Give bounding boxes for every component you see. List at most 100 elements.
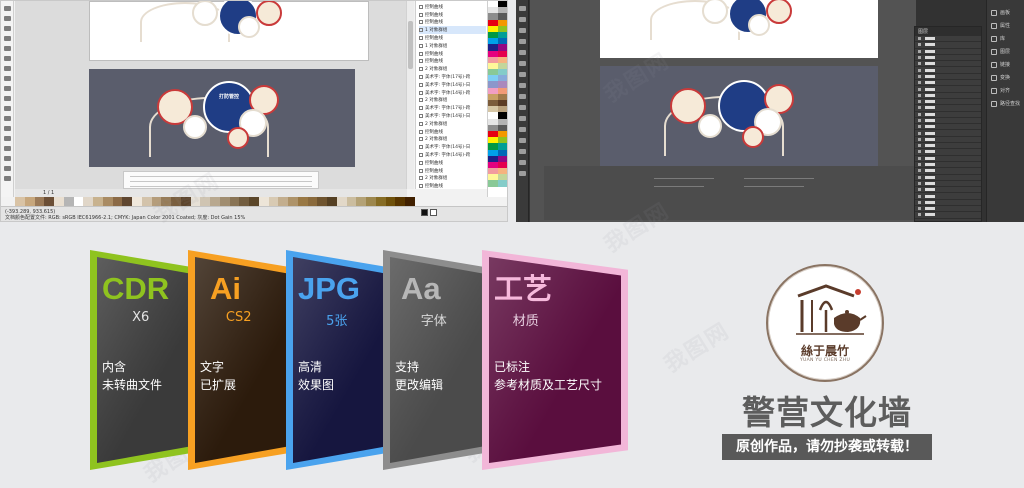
document-palette-swatch[interactable] [54,197,64,206]
expand-icon[interactable] [419,4,423,9]
expand-icon[interactable] [419,129,423,134]
document-palette-swatch[interactable] [405,197,415,206]
artboard-canvas[interactable] [530,0,916,222]
document-palette-swatch[interactable] [249,197,259,206]
document-palette-swatch[interactable] [112,197,123,206]
document-palette-swatch[interactable] [73,197,84,206]
document-palette-swatch[interactable] [34,197,45,206]
object-manager-row[interactable]: 控制曲线 [419,128,486,136]
object-manager-row[interactable]: 美术字: 字体(14号)-日 [419,143,486,151]
outline-swatch[interactable] [430,209,437,216]
eye-icon[interactable] [918,56,921,60]
eye-icon[interactable] [918,207,921,211]
expand-icon[interactable] [419,28,423,33]
eye-icon[interactable] [918,49,921,53]
expand-icon[interactable] [419,137,423,142]
object-manager-row[interactable]: 2 对象群组 [419,65,486,73]
eye-icon[interactable] [918,156,921,160]
eye-icon[interactable] [918,119,921,122]
eye-icon[interactable] [918,213,921,217]
document-palette-swatch[interactable] [83,197,93,206]
eye-icon[interactable] [918,100,921,104]
expand-icon[interactable] [419,160,423,165]
panel-tab[interactable]: 属性 [987,19,1024,32]
document-palette-swatch[interactable] [288,197,298,206]
eye-icon[interactable] [918,37,921,41]
object-manager-row[interactable]: 1 对象群组 [419,42,486,50]
expand-icon[interactable] [419,106,423,111]
eye-icon[interactable] [918,112,921,116]
document-palette-swatch[interactable] [229,197,240,206]
document-palette-swatch[interactable] [278,197,288,206]
toolbox[interactable] [1,1,14,197]
panel-tab[interactable]: 画板 [987,6,1024,19]
object-manager-row[interactable]: 美术字: 字体(14号)-跨 [419,89,486,97]
object-manager-row[interactable]: 2 对象群组 [419,175,486,183]
expand-icon[interactable] [419,75,423,80]
expand-icon[interactable] [419,36,423,41]
document-palette-swatch[interactable] [219,197,230,206]
vertical-scrollbar[interactable] [406,1,414,189]
eye-icon[interactable] [918,188,921,192]
expand-icon[interactable] [419,176,423,181]
document-palette-swatch[interactable] [268,197,279,206]
object-manager-row[interactable]: 控制曲线 [419,167,486,175]
object-manager-row[interactable]: 美术字: 字体(17号)-跨 [419,104,486,112]
expand-icon[interactable] [419,12,423,17]
palette-swatch[interactable] [497,180,507,187]
object-manager-row[interactable]: 控制曲线 [419,11,486,19]
panel-tab[interactable]: 链接 [987,58,1024,71]
eye-icon[interactable] [918,125,921,129]
object-manager-row[interactable]: 2 对象群组 [419,136,486,144]
document-palette-swatch[interactable] [239,197,249,206]
drawing-canvas[interactable]: 打防管控 [15,1,407,189]
document-palette-swatch[interactable] [190,197,201,206]
expand-icon[interactable] [419,184,423,189]
document-palette-swatch[interactable] [200,197,210,206]
object-manager-row[interactable]: 1 对象群组 [419,26,486,35]
document-palette-swatch[interactable] [15,197,25,206]
document-palette-swatch[interactable] [180,197,191,206]
document-palette-swatch[interactable] [375,197,386,206]
object-manager-row[interactable]: 控制曲线 [419,58,486,66]
document-palette-swatch[interactable] [297,197,308,206]
object-manager-row[interactable]: 美术字: 字体(14号)-日 [419,81,486,89]
document-palette-swatch[interactable] [171,197,181,206]
expand-icon[interactable] [419,51,423,56]
panel-tab[interactable]: 图层 [987,45,1024,58]
layer-row[interactable] [915,212,981,219]
object-manager-row[interactable]: 美术字: 字体(14号)-跨 [419,151,486,159]
expand-icon[interactable] [419,82,423,87]
expand-icon[interactable] [419,145,423,150]
document-palette-swatch[interactable] [63,197,74,206]
document-palette-swatch[interactable] [132,197,142,206]
document-palette-swatch[interactable] [161,197,171,206]
document-palette-swatch[interactable] [210,197,220,206]
document-palette-swatch[interactable] [151,197,162,206]
panel-dock[interactable]: 画板 属性库图层 链接 变换 对齐 路径查找 [986,0,1024,222]
object-manager[interactable]: 控制曲线 控制曲线 控制曲线 1 对象群组 控制曲线 1 对象群组 控制曲线 控制曲线 2 对象… [415,1,487,189]
eye-icon[interactable] [918,181,921,185]
eye-icon[interactable] [918,200,921,204]
document-palette-swatch[interactable] [356,197,366,206]
document-palette-swatch[interactable] [336,197,347,206]
expand-icon[interactable] [419,121,423,126]
document-palette-swatch[interactable] [317,197,327,206]
object-manager-row[interactable]: 控制曲线 [419,19,486,27]
eye-icon[interactable] [918,93,921,97]
document-palette-swatch[interactable] [24,197,35,206]
object-manager-row[interactable]: 控制曲线 [419,3,486,11]
expand-icon[interactable] [419,43,423,48]
eye-icon[interactable] [918,131,921,135]
document-palette-swatch[interactable] [102,197,113,206]
expand-icon[interactable] [419,168,423,173]
document-palette-swatch[interactable] [395,197,405,206]
document-palette-swatch[interactable] [327,197,337,206]
document-palette[interactable] [15,197,415,206]
panel-tab[interactable]: 库 [987,32,1024,45]
document-palette-swatch[interactable] [122,197,132,206]
page-navigator[interactable]: 1 / 1 [15,189,407,197]
document-palette-swatch[interactable] [93,197,103,206]
object-manager-row[interactable]: 美术字: 字体(17号)-跨 [419,73,486,81]
expand-icon[interactable] [419,20,423,25]
